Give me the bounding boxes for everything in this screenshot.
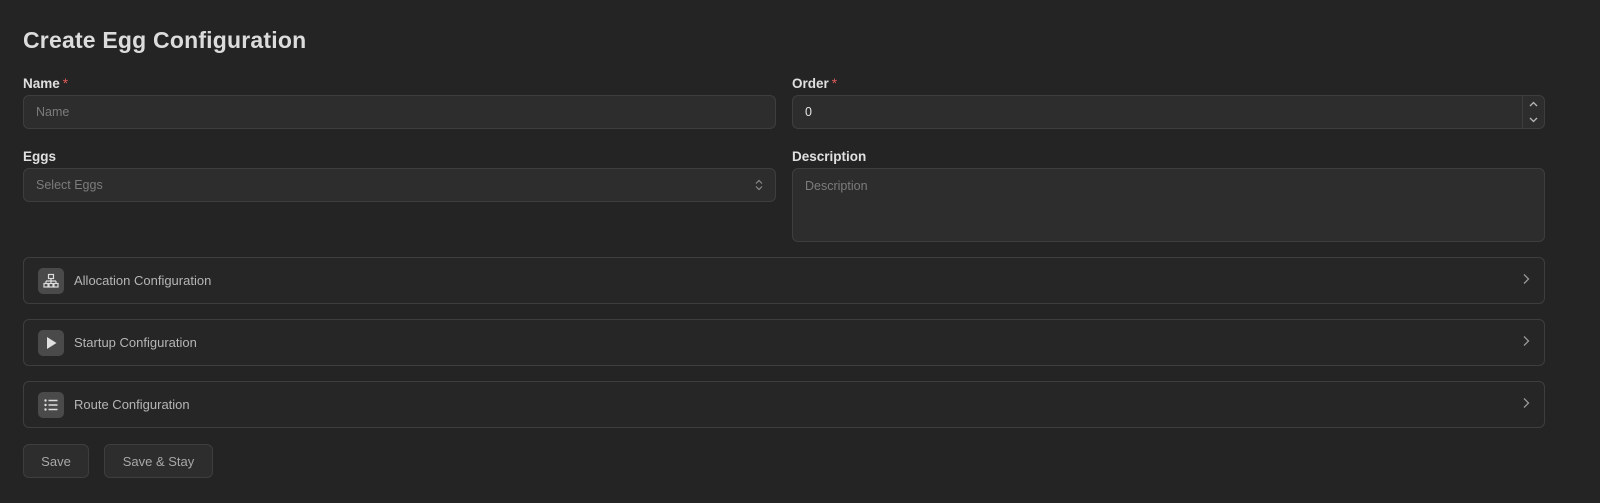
- name-label-text: Name: [23, 76, 60, 91]
- page-title: Create Egg Configuration: [23, 27, 307, 53]
- order-label: Order *: [792, 76, 837, 91]
- create-egg-configuration-page: Create Egg Configuration Name* Order* Eg…: [0, 0, 1600, 503]
- chevron-right-icon: [1522, 334, 1530, 352]
- section-allocation-configuration[interactable]: Allocation Configuration: [23, 257, 1545, 304]
- eggs-select-placeholder: Select Eggs: [36, 178, 103, 192]
- description-textarea[interactable]: [792, 168, 1545, 242]
- chevron-right-icon: [1522, 396, 1530, 414]
- required-mark: *: [831, 76, 838, 91]
- description-label: Description: [792, 149, 867, 164]
- required-mark: *: [62, 76, 69, 91]
- save-button[interactable]: Save: [23, 444, 89, 478]
- order-field: [792, 95, 1545, 129]
- order-label-text: Order: [792, 76, 829, 91]
- section-label: Route Configuration: [74, 397, 190, 412]
- network-icon: [38, 267, 64, 294]
- order-input[interactable]: [792, 95, 1545, 129]
- chevron-up-icon: [1529, 101, 1538, 107]
- eggs-label: Eggs: [23, 149, 57, 164]
- section-route-configuration[interactable]: Route Configuration: [23, 381, 1545, 428]
- save-and-stay-button[interactable]: Save & Stay: [104, 444, 213, 478]
- play-icon: [38, 329, 64, 356]
- chevron-down-icon: [1529, 117, 1538, 123]
- name-label: Name *: [23, 76, 68, 91]
- list-icon: [38, 391, 64, 418]
- name-input[interactable]: [23, 95, 776, 129]
- chevron-up-down-icon: [755, 179, 763, 191]
- order-stepper: [1522, 96, 1544, 128]
- chevron-right-icon: [1522, 272, 1530, 290]
- section-label: Allocation Configuration: [74, 273, 212, 288]
- section-label: Startup Configuration: [74, 335, 197, 350]
- eggs-select[interactable]: Select Eggs: [23, 168, 776, 202]
- increment-button[interactable]: [1523, 96, 1544, 112]
- section-startup-configuration[interactable]: Startup Configuration: [23, 319, 1545, 366]
- decrement-button[interactable]: [1523, 112, 1544, 128]
